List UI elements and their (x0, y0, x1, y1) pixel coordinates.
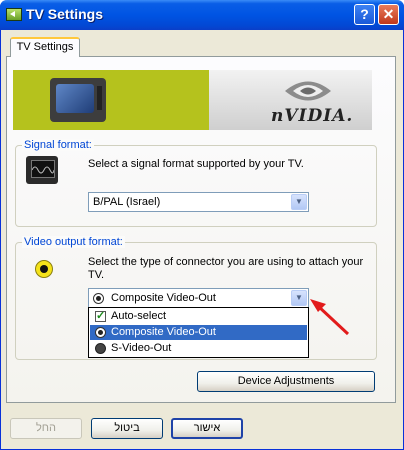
device-adjustments-button[interactable]: Device Adjustments (197, 371, 375, 392)
television-icon (50, 78, 106, 122)
tv-app-icon (6, 8, 22, 21)
signal-format-legend: Signal format: (22, 139, 94, 151)
tab-tv-settings[interactable]: TV Settings (10, 37, 80, 57)
help-button[interactable]: ? (354, 4, 375, 25)
signal-format-select[interactable]: B/PAL (Israel) ▼ (88, 192, 309, 212)
video-output-select[interactable]: Composite Video-Out ▼ (88, 288, 309, 308)
svideo-connector-icon (95, 343, 106, 354)
tv-monitor-icon (26, 156, 58, 184)
window-title: TV Settings (26, 6, 104, 22)
apply-button[interactable]: החל (10, 418, 82, 439)
chevron-down-icon[interactable]: ▼ (291, 290, 307, 306)
ok-button[interactable]: אישור (171, 418, 243, 439)
video-output-legend: Video output format: (22, 236, 125, 248)
signal-format-description: Select a signal format supported by your… (88, 158, 304, 170)
title-bar[interactable]: TV Settings ? ✕ (0, 0, 404, 30)
checkmark-icon (95, 309, 106, 322)
video-output-value: Composite Video-Out (111, 292, 216, 304)
nvidia-banner: nVIDIA. (13, 70, 372, 130)
nvidia-logo-text: nVIDIA. (271, 106, 354, 126)
list-item[interactable]: Composite Video-Out (90, 325, 307, 340)
video-output-description: Select the type of connector you are usi… (88, 256, 364, 281)
cancel-button[interactable]: ביטול (91, 418, 163, 439)
nvidia-eye-logo (285, 81, 331, 101)
composite-connector-icon (95, 327, 106, 338)
list-item[interactable]: Auto-select (90, 309, 307, 324)
chevron-down-icon[interactable]: ▼ (291, 194, 307, 210)
close-button[interactable]: ✕ (378, 4, 399, 25)
video-output-dropdown-list: Auto-select Composite Video-Out S-Video-… (88, 307, 309, 358)
red-arrow-annotation (310, 299, 350, 336)
composite-connector-icon (93, 293, 104, 304)
signal-format-value: B/PAL (Israel) (93, 196, 161, 208)
rca-connector-icon (35, 260, 53, 278)
list-item[interactable]: S-Video-Out (90, 341, 307, 356)
